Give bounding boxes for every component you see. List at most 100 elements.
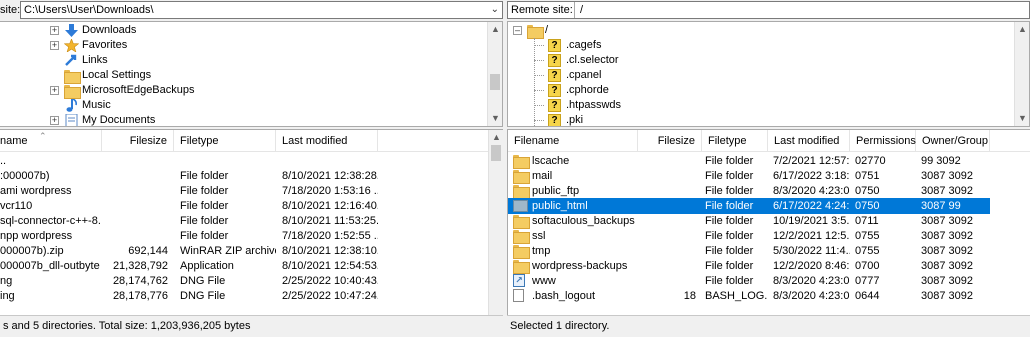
table-row[interactable]: ng 28,174,762 DNG File 2/25/2022 10:40:43..…	[0, 273, 487, 289]
table-row[interactable]: ..	[0, 153, 487, 169]
file-size-cell	[638, 198, 696, 214]
expand-icon[interactable]: +	[50, 26, 59, 35]
remote-folder-tree[interactable]: – / ? .cagefs? .cl.selector? .cpanel? .cphor…	[507, 21, 1030, 127]
owner-group-cell: 3087 3092	[921, 170, 973, 182]
table-row[interactable]: softaculous_backups File folder 10/19/2021…	[508, 213, 990, 229]
tree-item[interactable]: ? .cphorde	[508, 83, 988, 98]
table-row[interactable]: ssl File folder 12/2/2021 12:5... 0755 3087 …	[508, 228, 990, 244]
tree-item[interactable]: ? .htpasswds	[508, 98, 988, 113]
column-header-last-modified[interactable]: Last modified	[276, 130, 378, 152]
scroll-up-icon[interactable]: ▲	[489, 130, 503, 145]
table-row[interactable]: sql-connector-c++-8.... File folder 8/10/2…	[0, 213, 487, 229]
table-row[interactable]: .bash_logout 18 BASH_LOG... 8/3/2020 4:23:0…	[508, 288, 990, 304]
table-row[interactable]: ing 28,178,776 DNG File 2/25/2022 10:47:24.…	[0, 288, 487, 304]
scroll-thumb[interactable]	[491, 145, 501, 161]
tree-item-label: Local Settings	[82, 69, 152, 81]
file-type-cell: File folder	[180, 185, 229, 197]
permissions-cell: 0777	[855, 275, 880, 287]
folder-icon	[513, 170, 530, 184]
table-row[interactable]: lscache File folder 7/2/2021 12:57:... 0277…	[508, 153, 990, 169]
tree-item-favorites[interactable]: + Favorites	[0, 38, 480, 53]
column-header-filesize[interactable]: Filesize	[102, 130, 174, 152]
local-list-header: name ⌃ Filesize Filetype Last modified	[0, 130, 503, 152]
column-header-filesize[interactable]: Filesize	[638, 130, 702, 152]
chevron-down-icon[interactable]: ⌄	[491, 2, 499, 18]
file-name-cell: vcr110	[0, 200, 33, 212]
tree-item-label: Music	[82, 99, 111, 111]
expand-icon[interactable]: +	[50, 41, 59, 50]
expand-icon[interactable]: +	[50, 86, 59, 95]
tree-connector	[534, 90, 544, 91]
tree-connector	[534, 45, 544, 46]
tree-item-downloads[interactable]: + Downloads	[0, 23, 480, 38]
tree-item[interactable]: ? .cl.selector	[508, 53, 988, 68]
column-header-owner-group[interactable]: Owner/Group	[916, 130, 990, 152]
remote-site-bar: Remote site: /	[507, 0, 1030, 20]
tree-item-my-documents[interactable]: + My Documents	[0, 113, 480, 126]
file-name-cell: softaculous_backups	[532, 215, 635, 227]
file-type-cell: File folder	[705, 245, 754, 257]
owner-group-cell: 3087 3092	[921, 245, 973, 257]
local-folder-tree[interactable]: + Downloads + Favorites Links Local Sett…	[0, 21, 503, 127]
scroll-up-icon[interactable]: ▲	[488, 22, 502, 37]
file-size-cell: 28,174,762	[112, 275, 168, 287]
table-row[interactable]: wordpress-backups File folder 12/2/2020 8:…	[508, 258, 990, 274]
file-name-cell: ng	[0, 275, 13, 287]
local-site-input[interactable]: C:\Users\User\Downloads\ ⌄	[20, 1, 503, 19]
column-header-last-modified[interactable]: Last modified	[768, 130, 850, 152]
remote-file-list[interactable]: Filename Filesize Filetype Last modified…	[507, 129, 1030, 315]
table-row[interactable]: 000007b).zip 692,144 WinRAR ZIP archive 8/1…	[0, 243, 487, 259]
column-header-filetype[interactable]: Filetype	[174, 130, 276, 152]
table-row[interactable]: public_html File folder 6/17/2022 4:24:...…	[508, 198, 990, 214]
tree-item-label: My Documents	[82, 114, 156, 126]
scroll-down-icon[interactable]: ▼	[488, 111, 502, 126]
table-row[interactable]: 000007b_dll-outbyte-p... 21,328,792 Applic…	[0, 258, 487, 274]
file-type-cell: File folder	[705, 200, 754, 212]
tree-item-music[interactable]: Music	[0, 98, 480, 113]
remote-site-input[interactable]: Remote site: /	[507, 1, 1030, 19]
file-type-cell: DNG File	[180, 290, 226, 302]
file-type-cell: File folder	[180, 215, 229, 227]
scroll-thumb[interactable]	[490, 74, 500, 90]
expand-icon[interactable]: +	[50, 116, 59, 125]
remote-tree-scrollbar[interactable]: ▲ ▼	[1014, 22, 1029, 126]
column-header-permissions[interactable]: Permissions	[850, 130, 916, 152]
last-modified-cell: 8/10/2021 12:54:53...	[282, 260, 378, 272]
owner-group-cell: 3087 3092	[921, 275, 973, 287]
column-header-filename[interactable]: Filename	[508, 130, 638, 152]
table-row[interactable]: ami wordpress File folder 7/18/2020 1:53:1…	[0, 183, 487, 199]
scroll-up-icon[interactable]: ▲	[1015, 22, 1029, 37]
table-row[interactable]: public_ftp File folder 8/3/2020 4:23:0... 0…	[508, 183, 990, 199]
local-list-scrollbar[interactable]: ▲	[488, 130, 503, 315]
link-icon	[65, 54, 77, 66]
column-header-filetype[interactable]: Filetype	[702, 130, 768, 152]
last-modified-cell: 7/2/2021 12:57:...	[773, 155, 850, 167]
table-row[interactable]: vcr110 File folder 8/10/2021 12:16:40...	[0, 198, 487, 214]
tree-item[interactable]: ? .pki	[508, 113, 988, 126]
local-site-bar: site: C:\Users\User\Downloads\ ⌄	[0, 0, 503, 20]
table-row[interactable]: ↗ www File folder 8/3/2020 4:23:0... 0777 308…	[508, 273, 990, 289]
tree-item[interactable]: ? .cagefs	[508, 38, 988, 53]
tree-item-microsoft-edge-backups[interactable]: + MicrosoftEdgeBackups	[0, 83, 480, 99]
tree-item-root[interactable]: – /	[508, 23, 988, 39]
collapse-icon[interactable]: –	[513, 26, 522, 35]
tree-item[interactable]: ? .cpanel	[508, 68, 988, 83]
local-tree-scrollbar[interactable]: ▲ ▼	[487, 22, 502, 126]
table-row[interactable]: :000007b) File folder 8/10/2021 12:38:28..…	[0, 168, 487, 184]
local-file-list[interactable]: name ⌃ Filesize Filetype Last modified .…	[0, 129, 503, 315]
file-icon	[513, 289, 524, 302]
table-row[interactable]: npp wordpress File folder 7/18/2020 1:52:5…	[0, 228, 487, 244]
scroll-down-icon[interactable]: ▼	[1015, 111, 1029, 126]
tree-item-local-settings[interactable]: Local Settings	[0, 68, 480, 84]
tree-item-links[interactable]: Links	[0, 53, 480, 68]
file-name-cell: :000007b)	[0, 170, 50, 182]
permissions-cell: 0750	[855, 200, 880, 212]
table-row[interactable]: tmp File folder 5/30/2022 11:4... 0755 3087 …	[508, 243, 990, 259]
tree-item-label: .cagefs	[566, 39, 602, 51]
folder-icon	[64, 70, 81, 84]
file-size-cell	[638, 243, 696, 259]
table-row[interactable]: mail File folder 6/17/2022 3:18:... 0751 308…	[508, 168, 990, 184]
file-name-cell: sql-connector-c++-8....	[0, 215, 100, 227]
tree-item-label: /	[545, 24, 549, 36]
column-header-name[interactable]: name ⌃	[0, 130, 102, 152]
